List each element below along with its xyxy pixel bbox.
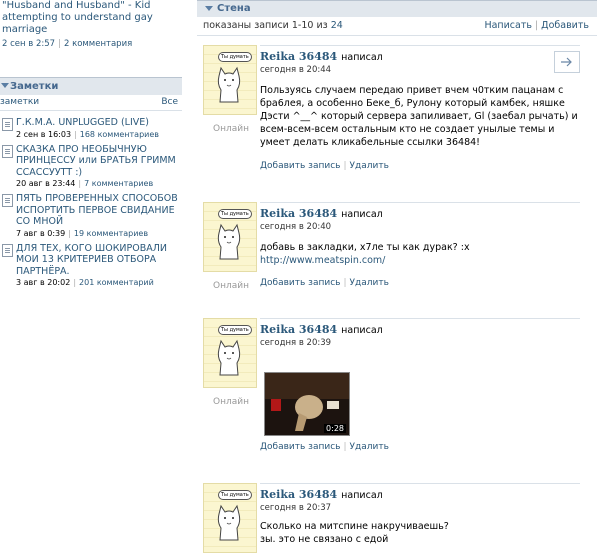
- note-title-link[interactable]: Г.К.М.А. UNPLUGGED (LIVE): [16, 117, 182, 129]
- post-author-link[interactable]: Reika 36484: [260, 50, 337, 63]
- cat-drawing-icon: [217, 66, 241, 103]
- video-title-link[interactable]: "Husband and Husband" - Kid attempting t…: [2, 0, 180, 36]
- note-item: ДЛЯ ТЕХ, КОГО ШОКИРОВАЛИ МОИ 13 КРИТЕРИЕ…: [0, 243, 182, 287]
- post-content: Reika 36484 написал сегодня в 20:44 Польз…: [260, 45, 580, 171]
- post-action: написал: [341, 490, 383, 501]
- post-time: сегодня в 20:37: [260, 503, 332, 513]
- post-action: написал: [341, 325, 383, 336]
- notes-label: заметки: [0, 97, 40, 107]
- note-title-link[interactable]: ПЯТЬ ПРОВЕРЕННЫХ СПОСОБОВ ИСПОРТИТЬ ПЕРВ…: [16, 193, 182, 228]
- cat-drawing-icon: [217, 504, 241, 541]
- post-author-link[interactable]: Reika 36484: [260, 488, 337, 501]
- notes-subbar: заметки Все: [0, 95, 182, 111]
- post-time: сегодня в 20:40: [260, 222, 332, 232]
- add-post-link[interactable]: Добавить запись: [260, 442, 340, 452]
- wall-title: Стена: [217, 3, 251, 14]
- wall-post: Ты думать Reika 36484 написал сегодня в 2…: [197, 483, 597, 553]
- note-icon: [2, 144, 13, 158]
- share-button[interactable]: [554, 51, 580, 73]
- post-text: добавь в закладки, х7ле ты как дурак? :x…: [260, 242, 470, 266]
- video-duration: 0:28: [324, 424, 346, 433]
- note-title-link[interactable]: СКАЗКА ПРО НЕОБЫЧНУЮ ПРИНЦЕССУ или БРАТЬ…: [16, 144, 182, 179]
- notes-header-label: Заметки: [10, 81, 59, 92]
- note-date: 2 сен в 16:03: [16, 129, 72, 139]
- post-link[interactable]: http://www.meatspin.com/: [260, 255, 385, 266]
- write-link[interactable]: Написать: [484, 20, 532, 31]
- collapse-arrow-icon: [205, 6, 213, 11]
- note-date: 7 авг в 0:39: [16, 228, 66, 238]
- wall-actions: Написать | Добавить: [484, 20, 589, 31]
- note-icon: [2, 118, 13, 131]
- note-icon: [2, 194, 13, 207]
- note-item: СКАЗКА ПРО НЕОБЫЧНУЮ ПРИНЦЕССУ или БРАТЬ…: [0, 144, 182, 188]
- wall: Стена показаны записи 1-10 из 24 Написат…: [197, 0, 597, 553]
- avatar-bubble: Ты думать: [218, 209, 252, 219]
- post-action: написал: [341, 209, 383, 220]
- delete-link[interactable]: Удалить: [350, 161, 389, 171]
- video-thumbnail[interactable]: 0:28: [264, 372, 350, 436]
- wall-header[interactable]: Стена: [197, 0, 597, 17]
- avatar-bubble: Ты думать: [218, 52, 252, 62]
- post-text: Сколько на митспине накручиваешь? зы. эт…: [260, 521, 449, 545]
- delete-link[interactable]: Удалить: [350, 278, 389, 288]
- notes-all-link[interactable]: Все: [161, 95, 178, 110]
- post-action: написал: [341, 52, 383, 63]
- online-status: Онлайн: [213, 124, 249, 134]
- avatar[interactable]: Ты думать: [203, 202, 257, 272]
- wall-post: Ты думать Онлайн Reika 36484 написал сего…: [197, 202, 597, 302]
- note-item: Г.К.М.А. UNPLUGGED (LIVE) 2 сен в 16:03 |…: [0, 117, 182, 139]
- post-author-link[interactable]: Reika 36484: [260, 323, 337, 336]
- wall-post: Ты думать Онлайн Reika 36484 написал сего…: [197, 45, 597, 185]
- avatar-bubble: Ты думать: [218, 490, 252, 500]
- avatar[interactable]: Ты думать: [203, 45, 257, 115]
- video-date: 2 сен в 2:57: [2, 39, 56, 49]
- avatar[interactable]: Ты думать: [203, 483, 257, 553]
- post-content: Reika 36484 написал сегодня в 20:40 добав…: [260, 202, 580, 288]
- post-text: Пользуясь случаем передаю привет вчем ч0…: [260, 85, 578, 148]
- online-status: Онлайн: [213, 397, 249, 407]
- note-date: 20 авг в 23:44: [16, 179, 76, 188]
- post-time: сегодня в 20:44: [260, 65, 332, 75]
- post-actions: Добавить запись | Удалить: [260, 442, 389, 452]
- add-post-link[interactable]: Добавить запись: [260, 278, 340, 288]
- avatar-bubble: Ты думать: [218, 325, 252, 335]
- note-title-link[interactable]: ДЛЯ ТЕХ, КОГО ШОКИРОВАЛИ МОИ 13 КРИТЕРИЕ…: [16, 243, 182, 278]
- post-actions: Добавить запись | Удалить: [260, 278, 389, 288]
- video-meta: 2 сен в 2:57 | 2 комментария: [2, 39, 133, 49]
- delete-link[interactable]: Удалить: [350, 442, 389, 452]
- notes-header[interactable]: Заметки: [0, 77, 182, 95]
- wall-post: Ты думать Онлайн Reika 36484 написал сего…: [197, 318, 597, 458]
- note-comments-link[interactable]: 19 комментариев: [74, 229, 148, 238]
- cat-drawing-icon: [217, 223, 241, 260]
- note-comments-link[interactable]: 201 комментарий: [79, 278, 154, 287]
- post-actions: Добавить запись | Удалить: [260, 161, 389, 171]
- note-icon: [2, 243, 13, 257]
- note-item: ПЯТЬ ПРОВЕРЕННЫХ СПОСОБОВ ИСПОРТИТЬ ПЕРВ…: [0, 193, 182, 238]
- post-content: Reika 36484 написал сегодня в 20:39 0:28 …: [260, 318, 580, 452]
- avatar[interactable]: Ты думать: [203, 318, 257, 388]
- online-status: Онлайн: [213, 281, 249, 291]
- arrow-right-icon: [561, 57, 572, 67]
- cat-drawing-icon: [217, 339, 241, 376]
- post-author-link[interactable]: Reika 36484: [260, 207, 337, 220]
- add-link[interactable]: Добавить: [541, 20, 589, 31]
- post-time: сегодня в 20:39: [260, 338, 332, 348]
- video-item: "Husband and Husband" - Kid attempting t…: [0, 0, 180, 49]
- note-comments-link[interactable]: 7 комментариев: [84, 179, 153, 188]
- wall-subbar: показаны записи 1-10 из 24 Написать | Доба…: [197, 17, 597, 36]
- add-post-link[interactable]: Добавить запись: [260, 161, 340, 171]
- wall-count: показаны записи 1-10 из 24: [203, 20, 343, 31]
- video-comments-link[interactable]: 2 комментария: [64, 39, 132, 49]
- note-date: 3 авг в 20:02: [16, 278, 71, 287]
- collapse-arrow-icon: [1, 83, 9, 88]
- post-content: Reika 36484 написал сегодня в 20:37 Сколь…: [260, 483, 580, 546]
- note-comments-link[interactable]: 168 комментариев: [80, 130, 159, 139]
- wall-total-link[interactable]: 24: [331, 20, 343, 31]
